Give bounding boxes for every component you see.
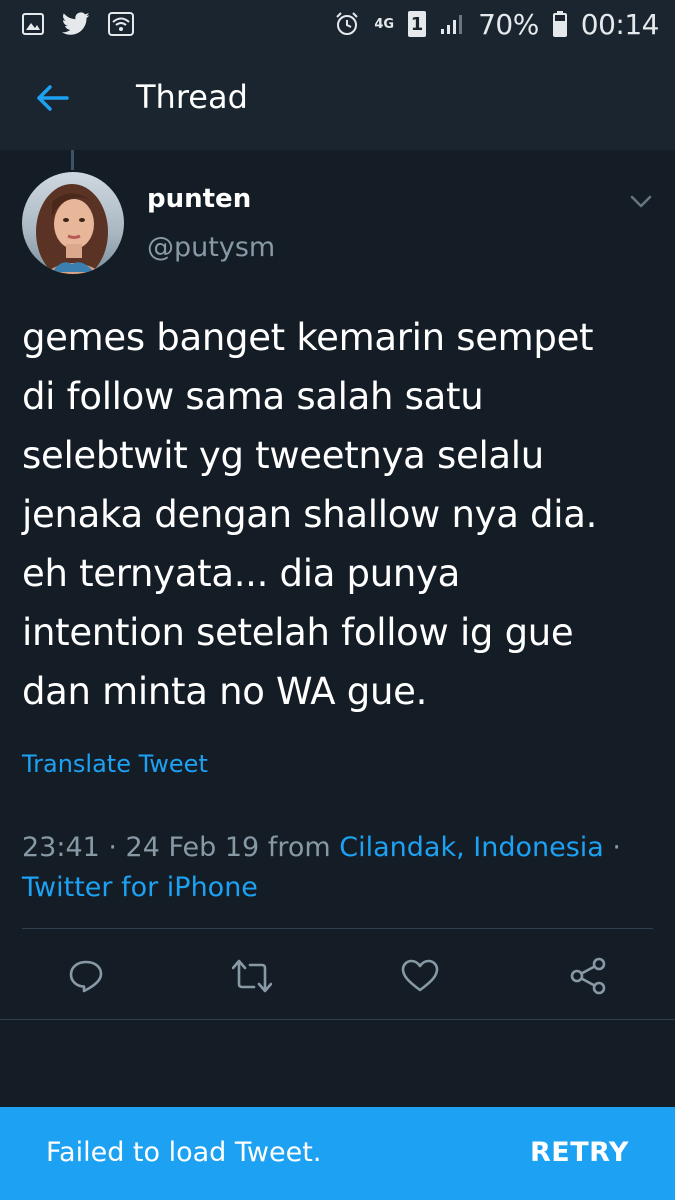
snackbar-message: Failed to load Tweet. (46, 1137, 322, 1168)
back-arrow-icon (37, 85, 69, 111)
retweet-icon (232, 959, 272, 993)
page-title: Thread (136, 78, 248, 116)
tweet-text: gemes banget kemarin sempet di follow sa… (22, 308, 662, 721)
tweet-meta: 23:41 · 24 Feb 19 from Cilandak, Indones… (22, 828, 662, 908)
battery-percent: 70% (478, 7, 539, 41)
like-button[interactable] (400, 956, 440, 996)
tweet-line: jenaka dengan shallow nya dia. (22, 493, 598, 536)
reply-icon (69, 960, 103, 993)
back-button[interactable] (30, 80, 74, 116)
meta-separator: · (603, 832, 621, 863)
share-icon (570, 957, 606, 995)
tweet-line: selebtwit yg tweetnya selalu (22, 434, 544, 477)
tweet-line: eh ternyata... dia punya (22, 552, 461, 595)
twitter-bird-icon (62, 12, 90, 36)
signal-icon (440, 13, 464, 35)
sim-badge: 1 (408, 11, 427, 37)
status-left (22, 12, 134, 36)
chevron-down-icon (630, 195, 652, 208)
retweet-button[interactable] (232, 956, 272, 996)
tweet-line: intention setelah follow ig gue (22, 611, 574, 654)
alarm-icon (334, 11, 360, 37)
tweet-menu-button[interactable] (626, 190, 656, 214)
clock: 00:14 (580, 7, 660, 41)
divider (22, 928, 653, 929)
status-bar: 4G 1 70% 00:14 (0, 0, 675, 48)
snackbar: Failed to load Tweet. RETRY (0, 1107, 675, 1200)
tweet-location-link[interactable]: Cilandak, Indonesia (339, 832, 604, 863)
wifi-icon (108, 12, 134, 36)
like-icon (401, 959, 439, 992)
share-button[interactable] (568, 956, 608, 996)
network-type: 4G (374, 16, 395, 32)
tweet-line: gemes banget kemarin sempet (22, 316, 594, 359)
tweet-line: dan minta no WA gue. (22, 670, 428, 713)
retry-button[interactable]: RETRY (530, 1137, 629, 1168)
thread-connector (71, 150, 74, 170)
reply-button[interactable] (66, 956, 106, 996)
tweet-line: di follow sama salah satu (22, 375, 484, 418)
gallery-icon (22, 13, 44, 35)
user-handle[interactable]: @putysm (147, 232, 275, 263)
user-name[interactable]: punten (147, 184, 251, 214)
avatar[interactable] (22, 172, 124, 274)
divider (0, 1019, 675, 1020)
tweet-timestamp: 23:41 · 24 Feb 19 from (22, 832, 340, 863)
tweet-client-link[interactable]: Twitter for iPhone (22, 872, 258, 903)
status-right: 4G 1 70% 00:14 (334, 7, 660, 41)
tweet-actions (0, 940, 675, 1010)
battery-icon (552, 11, 567, 37)
translate-tweet-link[interactable]: Translate Tweet (22, 750, 208, 778)
app-header: Thread (0, 48, 675, 150)
